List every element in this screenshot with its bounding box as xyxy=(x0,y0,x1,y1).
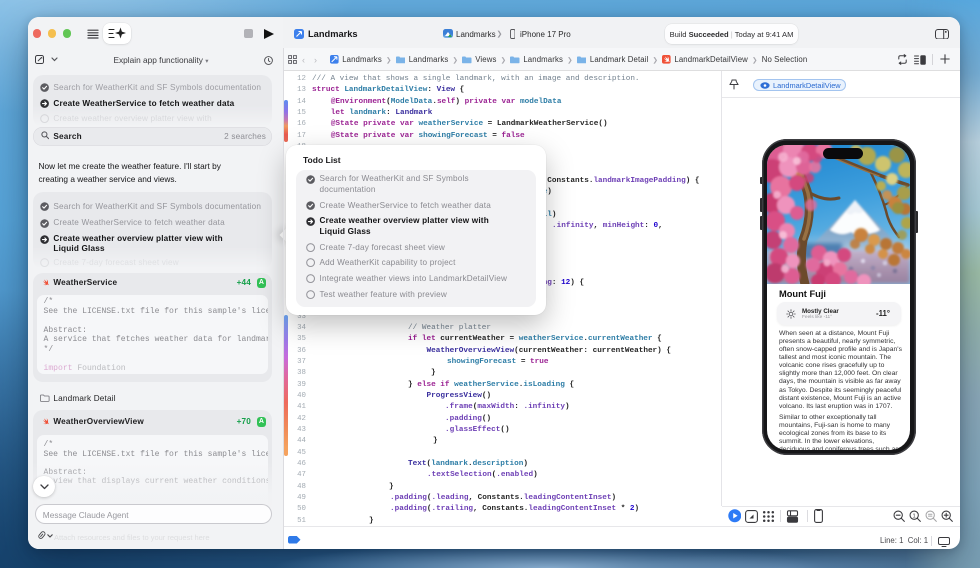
svg-text:1: 1 xyxy=(912,513,915,519)
